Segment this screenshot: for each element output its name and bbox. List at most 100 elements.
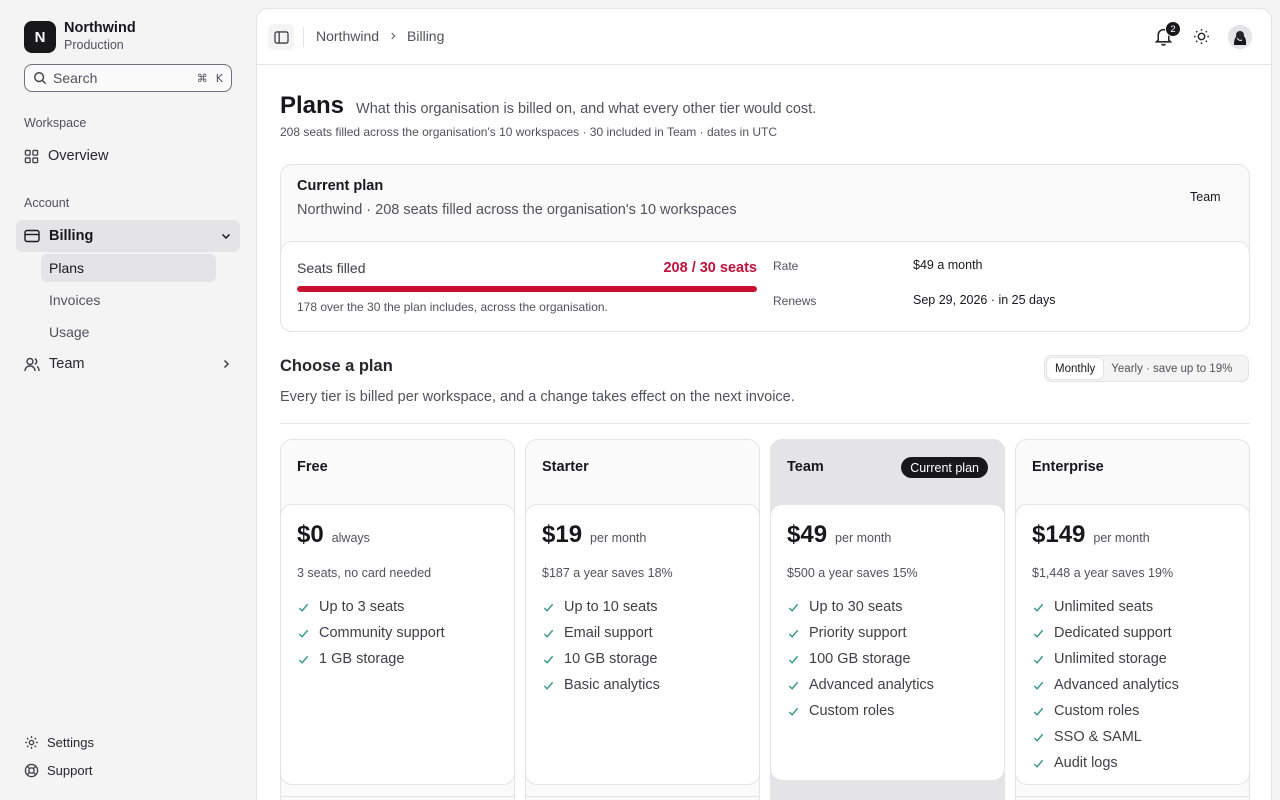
sidebar-item-billing[interactable]: Billing xyxy=(16,220,240,252)
billing-period-toggle[interactable]: Monthly Yearly · save up to 19% xyxy=(1044,355,1249,382)
check-icon xyxy=(297,627,319,640)
plan-body: $149 per month $1,448 a year saves 19% Unli… xyxy=(1015,504,1250,785)
price-amount: $19 xyxy=(542,521,583,548)
current-plan-title: Current plan xyxy=(297,178,384,194)
plan-body: $19 per month $187 a year saves 18% Up to 1… xyxy=(525,504,760,785)
toggle-monthly[interactable]: Monthly xyxy=(1047,358,1104,379)
feature-item: Up to 10 seats xyxy=(542,594,660,620)
plan-name: Enterprise xyxy=(1032,459,1104,475)
check-icon xyxy=(297,601,319,614)
feature-item: Community support xyxy=(297,620,445,646)
plan-name: Team xyxy=(787,459,824,475)
price-period: per month xyxy=(1093,531,1150,545)
renews-value: Sep 29, 2026 · in 25 days xyxy=(913,293,1056,307)
feature-label: Up to 3 seats xyxy=(319,599,405,615)
feature-item: Email support xyxy=(542,620,660,646)
plan-card-free[interactable]: Free $0 always 3 seats, no card needed Up to… xyxy=(280,439,515,800)
sidebar-item-support[interactable]: Support xyxy=(24,760,93,780)
feature-item: Custom roles xyxy=(787,698,934,724)
toggle-yearly[interactable]: Yearly · save up to 19% xyxy=(1103,358,1240,379)
feature-item: 1 GB storage xyxy=(297,646,445,672)
sun-icon[interactable] xyxy=(1193,28,1210,45)
page-header: Plans What this organisation is billed o… xyxy=(280,92,816,120)
feature-label: Unlimited storage xyxy=(1054,651,1167,667)
feature-item: Custom roles xyxy=(1032,698,1179,724)
seats-progress-bar xyxy=(297,286,757,292)
plan-name: Free xyxy=(297,459,328,475)
feature-label: Up to 10 seats xyxy=(564,599,658,615)
sidebar-item-team[interactable]: Team xyxy=(16,348,240,380)
feature-list: Up to 30 seats Priority support 100 GB sto… xyxy=(787,594,934,724)
plan-price: $0 always xyxy=(297,521,370,549)
chevron-right-icon xyxy=(220,358,232,370)
toolbar-divider xyxy=(303,27,304,47)
feature-label: Email support xyxy=(564,625,653,641)
feature-label: Advanced analytics xyxy=(1054,677,1179,693)
plan-footer xyxy=(1015,796,1250,800)
feature-label: 100 GB storage xyxy=(809,651,911,667)
check-icon xyxy=(1032,705,1054,718)
breadcrumb-billing[interactable]: Billing xyxy=(407,28,444,44)
feature-item: Up to 3 seats xyxy=(297,594,445,620)
search-placeholder: Search xyxy=(53,70,98,86)
section-description: Every tier is billed per workspace, and … xyxy=(280,389,795,405)
chevron-right-icon xyxy=(388,31,398,41)
credit-card-icon xyxy=(24,229,40,243)
sidebar-item-label: Billing xyxy=(49,228,94,244)
plan-note: 3 seats, no card needed xyxy=(297,566,432,580)
sidebar-toggle-button[interactable] xyxy=(268,24,294,50)
feature-label: 10 GB storage xyxy=(564,651,658,667)
feature-label: Custom roles xyxy=(1054,703,1140,719)
check-icon xyxy=(1032,679,1054,692)
sidebar-subitem-invoices[interactable]: Invoices xyxy=(41,286,216,314)
plan-card-starter[interactable]: Starter $19 per month $187 a year saves 18%… xyxy=(525,439,760,800)
feature-label: Advanced analytics xyxy=(809,677,934,693)
rate-value: $49 a month xyxy=(913,258,983,272)
section-label-workspace: Workspace xyxy=(24,116,87,130)
rate-label: Rate xyxy=(773,259,799,273)
grid-icon xyxy=(24,149,39,164)
search-input[interactable]: Search ⌘ K xyxy=(24,64,232,92)
price-amount: $149 xyxy=(1032,521,1086,548)
lifebuoy-icon xyxy=(24,763,39,778)
check-icon xyxy=(787,705,809,718)
feature-label: Dedicated support xyxy=(1054,625,1172,641)
feature-list: Up to 3 seats Community support 1 GB stora… xyxy=(297,594,445,672)
check-icon xyxy=(542,653,564,666)
plan-card-team[interactable]: Team Current plan $49 per month $500 a year … xyxy=(770,439,1005,800)
price-amount: $49 xyxy=(787,521,828,548)
sidebar-item-settings[interactable]: Settings xyxy=(24,732,94,752)
seats-progress-fill xyxy=(297,286,757,292)
main-panel: Northwind Billing 2 Plans What this orga… xyxy=(256,8,1272,800)
sidebar-item-overview[interactable]: Overview xyxy=(16,140,240,172)
sidebar-subitem-plans[interactable]: Plans xyxy=(41,254,216,282)
avatar[interactable] xyxy=(1228,25,1252,49)
check-icon xyxy=(1032,627,1054,640)
feature-item: Unlimited storage xyxy=(1032,646,1179,672)
feature-label: Basic analytics xyxy=(564,677,660,693)
feature-list: Unlimited seats Dedicated support Unlimite… xyxy=(1032,594,1179,776)
users-icon xyxy=(24,357,40,372)
plan-price: $19 per month xyxy=(542,521,646,549)
breadcrumb-org[interactable]: Northwind xyxy=(316,28,379,44)
plan-price: $149 per month xyxy=(1032,521,1150,549)
divider xyxy=(280,423,1250,424)
org-switcher[interactable]: N Northwind Production xyxy=(24,20,136,54)
search-icon xyxy=(33,71,47,85)
sidebar-subitem-usage[interactable]: Usage xyxy=(41,318,216,346)
price-period: per month xyxy=(590,531,647,545)
page-description: What this organisation is billed on, and… xyxy=(356,101,817,117)
current-plan-chip: Current plan xyxy=(901,457,988,478)
seats-label: Seats filled xyxy=(297,260,366,276)
plan-card-enterprise[interactable]: Enterprise $149 per month $1,448 a year sav… xyxy=(1015,439,1250,800)
page-title: Plans xyxy=(280,92,345,119)
check-icon xyxy=(787,679,809,692)
plan-body: $49 per month $500 a year saves 15% Up to 3… xyxy=(770,504,1005,781)
gear-icon xyxy=(24,735,39,750)
check-icon xyxy=(787,627,809,640)
plan-badge: Team xyxy=(1190,190,1221,204)
feature-item: Advanced analytics xyxy=(1032,672,1179,698)
feature-label: Audit logs xyxy=(1054,755,1118,771)
plan-body: $0 always 3 seats, no card needed Up to 3 s… xyxy=(280,504,515,785)
shortcut-key: K xyxy=(215,71,223,85)
